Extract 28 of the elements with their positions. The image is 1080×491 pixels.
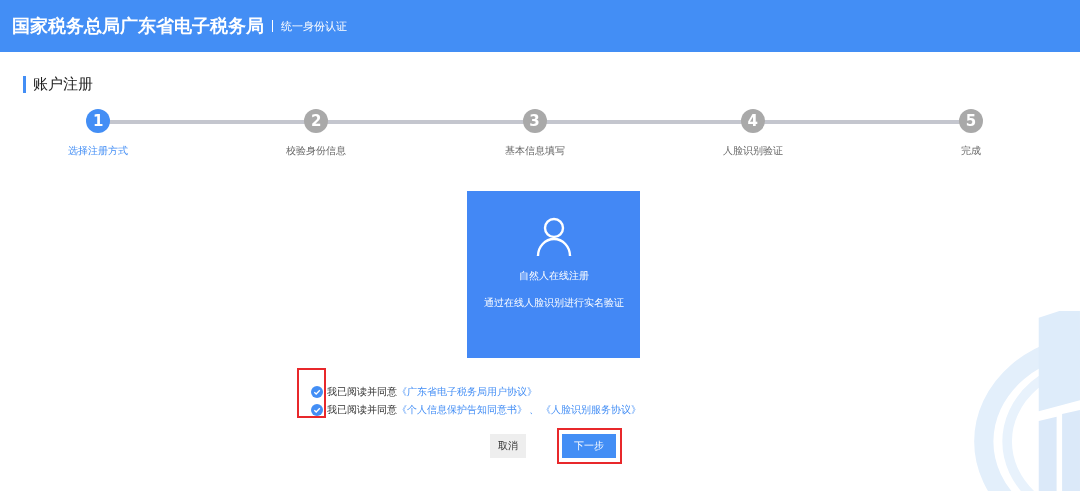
step-label: 人脸识别验证 bbox=[722, 144, 783, 158]
agreement-link[interactable]: 《人脸识别服务协议》 bbox=[541, 402, 641, 417]
agreement-text: 我已阅读并同意 bbox=[327, 402, 397, 417]
step-number: 2 bbox=[304, 109, 329, 133]
page-title: 账户注册 bbox=[33, 75, 93, 94]
agreement-link[interactable]: 《广东省电子税务局用户协议》 bbox=[397, 384, 537, 399]
step-number: 1 bbox=[86, 109, 111, 133]
option-title: 自然人在线注册 bbox=[518, 269, 589, 283]
step-number: 5 bbox=[958, 109, 983, 133]
next-button[interactable]: 下一步 bbox=[562, 434, 616, 458]
site-title: 国家税务总局广东省电子税务局 bbox=[12, 14, 264, 38]
registration-option-card[interactable]: 自然人在线注册 通过在线人脸识别进行实名验证 bbox=[467, 191, 640, 358]
checked-checkbox[interactable] bbox=[311, 385, 323, 398]
step-number: 3 bbox=[522, 109, 547, 133]
title-accent-bar bbox=[23, 76, 26, 93]
user-icon bbox=[535, 217, 572, 257]
checked-checkbox[interactable] bbox=[311, 403, 323, 416]
option-description: 通过在线人脸识别进行实名验证 bbox=[483, 296, 624, 310]
step-label: 选择注册方式 bbox=[68, 144, 129, 158]
agreement-link[interactable]: 《个人信息保护告知同意书》 bbox=[397, 402, 527, 417]
step-label: 完成 bbox=[960, 144, 981, 158]
step-number: 4 bbox=[740, 109, 765, 133]
site-subtitle: 统一身份认证 bbox=[281, 18, 347, 34]
step-label: 校验身份信息 bbox=[286, 144, 347, 158]
step-label: 基本信息填写 bbox=[504, 144, 565, 158]
separator-text: 、 bbox=[529, 402, 539, 417]
cancel-button[interactable]: 取消 bbox=[490, 434, 526, 458]
agreement-text: 我已阅读并同意 bbox=[327, 384, 397, 399]
